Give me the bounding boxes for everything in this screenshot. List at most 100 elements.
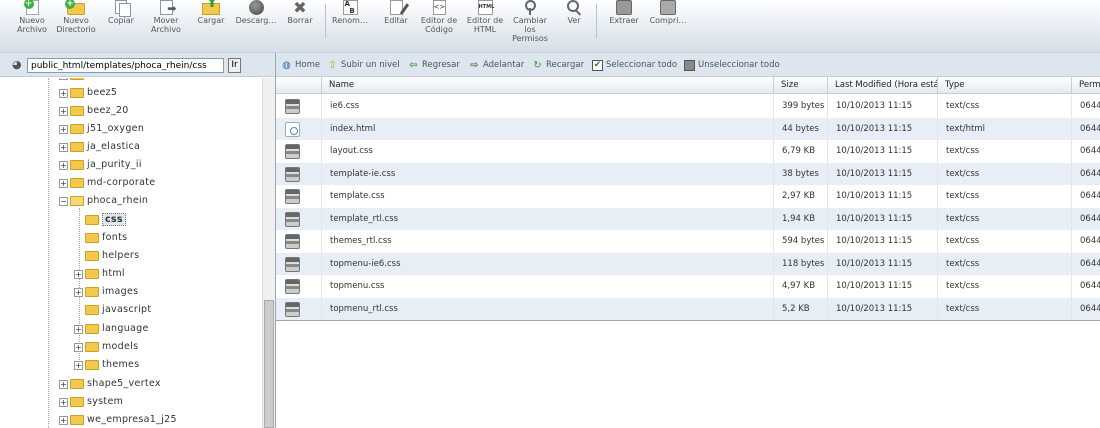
move-button[interactable]: ➡ Mover Archivo	[145, 0, 187, 50]
edit-icon	[389, 0, 409, 15]
move-icon: ➡	[159, 0, 177, 15]
expand-toggle[interactable]: +	[59, 160, 68, 170]
scrollbar-thumb[interactable]	[264, 300, 274, 428]
column-header-icon[interactable]	[276, 77, 322, 94]
delete-button[interactable]: ✖ Borrar	[283, 0, 317, 50]
file-name[interactable]: topmenu.css	[322, 275, 774, 298]
file-modified: 10/10/2013 11:15	[828, 297, 938, 320]
column-header-name[interactable]: Name	[322, 77, 774, 94]
tree-item-language[interactable]: + language	[74, 321, 149, 337]
tree-item-images[interactable]: + images	[74, 284, 138, 300]
file-icon-cell	[276, 252, 322, 275]
file-name[interactable]: template-ie.css	[322, 162, 774, 185]
up-level-button[interactable]: ⇧ Subir un nivel	[327, 59, 399, 72]
expand-toggle[interactable]: +	[59, 415, 68, 425]
view-button[interactable]: Ver	[558, 0, 590, 50]
code-editor-button[interactable]: <> Editor de Código	[418, 0, 460, 50]
extract-button[interactable]: Extraer	[606, 0, 642, 50]
file-type: text/css	[938, 162, 1072, 185]
edit-button[interactable]: Editar	[378, 0, 414, 50]
tree-item-beez-20[interactable]: + beez_20	[59, 103, 129, 119]
file-name[interactable]: ie6.css	[322, 95, 774, 118]
download-button[interactable]: Descarg…	[234, 0, 278, 50]
expand-toggle[interactable]: +	[59, 142, 68, 152]
table-row[interactable]: topmenu-ie6.css 118 bytes 10/10/2013 11:15…	[276, 252, 1100, 275]
tree-item-we-empresa1-j25[interactable]: + we_empresa1_j25	[59, 412, 177, 428]
expand-toggle[interactable]: +	[74, 360, 83, 370]
expand-toggle[interactable]: +	[59, 106, 68, 116]
file-type: text/html	[938, 117, 1072, 140]
tree-item-system[interactable]: + system	[59, 394, 123, 410]
table-row[interactable]: template.css 2,97 KB 10/10/2013 11:15 text/…	[276, 185, 1100, 208]
copy-button[interactable]: Copiar	[103, 0, 139, 50]
go-button[interactable]: Ir	[228, 58, 241, 73]
new-file-button[interactable]: + Nuevo Archivo	[12, 0, 52, 50]
reload-button[interactable]: ↻ Recargar	[532, 59, 584, 72]
file-type: text/css	[938, 252, 1072, 275]
file-name[interactable]: template.css	[322, 185, 774, 208]
tree-item-models[interactable]: + models	[74, 339, 138, 355]
tree-item-javascript[interactable]: javascript	[74, 302, 151, 318]
column-header-perm[interactable]: Perm	[1072, 77, 1100, 94]
expand-toggle[interactable]: +	[74, 324, 83, 334]
deselect-all-button[interactable]: Unseleccionar todo	[684, 59, 780, 72]
upload-button[interactable]: ⬆ Cargar	[192, 0, 230, 50]
tree-item-ja-purity-ii[interactable]: + ja_purity_ii	[59, 157, 142, 173]
new-folder-button[interactable]: + Nuevo Directorio	[55, 0, 97, 50]
delete-icon: ✖	[293, 0, 307, 17]
expand-toggle[interactable]: +	[74, 269, 83, 279]
select-all-button[interactable]: ✔ Seleccionar todo	[592, 59, 677, 72]
table-row[interactable]: index.html 44 bytes 10/10/2013 11:15 text/h…	[276, 117, 1100, 140]
tree-item-fonts[interactable]: fonts	[74, 230, 127, 246]
folder-icon	[70, 124, 84, 134]
table-row[interactable]: themes_rtl.css 594 bytes 10/10/2013 11:15 t…	[276, 230, 1100, 253]
navigation-bar: ◍ Home ⇧ Subir un nivel ⇦ Regresar ⇨ Adelant…	[276, 53, 1100, 77]
tree-item-css[interactable]: css	[74, 212, 126, 228]
rename-button[interactable]: A B Renom…	[330, 0, 370, 50]
tree-item-md-corporate[interactable]: + md-corporate	[59, 175, 155, 191]
tree-item-atomic[interactable]: +atomic	[59, 78, 121, 83]
expand-toggle[interactable]: +	[59, 178, 68, 188]
file-name[interactable]: layout.css	[322, 140, 774, 163]
forward-button[interactable]: ⇨ Adelantar	[469, 59, 524, 72]
tree-item-ja-elastica[interactable]: + ja_elastica	[59, 139, 140, 155]
compress-button[interactable]: Compri…	[648, 0, 688, 50]
table-row[interactable]: template-ie.css 38 bytes 10/10/2013 11:15 t…	[276, 162, 1100, 185]
file-name[interactable]: index.html	[322, 117, 774, 140]
back-button[interactable]: ⇦ Regresar	[408, 59, 460, 72]
tree-item-j51-oxygen[interactable]: + j51_oxygen	[59, 121, 144, 137]
tree-item-helpers[interactable]: helpers	[74, 248, 139, 264]
expand-toggle[interactable]: +	[74, 342, 83, 352]
column-header-modified[interactable]: Last Modified (Hora está	[828, 77, 938, 94]
path-input[interactable]	[27, 58, 224, 73]
column-header-type[interactable]: Type	[938, 77, 1072, 94]
tree-item-phoca-rhein[interactable]: − phoca_rhein	[59, 193, 148, 209]
expand-toggle[interactable]: +	[59, 397, 68, 407]
tree-scrollbar[interactable]	[262, 78, 275, 428]
expand-toggle[interactable]: +	[74, 287, 83, 297]
file-name[interactable]: topmenu_rtl.css	[322, 297, 774, 320]
home-button[interactable]: ◍ Home	[281, 59, 320, 72]
tree-item-themes[interactable]: + themes	[74, 357, 139, 373]
table-row[interactable]: topmenu_rtl.css 5,2 KB 10/10/2013 11:15 tex…	[276, 297, 1100, 320]
tree-item-shape5-vertex[interactable]: + shape5_vertex	[59, 376, 161, 392]
change-permissions-button[interactable]: Cambiar los Permisos	[510, 0, 550, 50]
table-row[interactable]: ie6.css 399 bytes 10/10/2013 11:15 text/css…	[276, 95, 1100, 118]
table-row[interactable]: topmenu.css 4,97 KB 10/10/2013 11:15 text/c…	[276, 275, 1100, 298]
column-header-size[interactable]: Size	[774, 77, 828, 94]
file-name[interactable]: themes_rtl.css	[322, 230, 774, 253]
table-row[interactable]: layout.css 6,79 KB 10/10/2013 11:15 text/cs…	[276, 140, 1100, 163]
expand-toggle[interactable]: +	[59, 379, 68, 389]
file-name[interactable]: template_rtl.css	[322, 207, 774, 230]
tree-item-beez5[interactable]: + beez5	[59, 85, 117, 101]
collapse-toggle[interactable]: −	[59, 196, 68, 206]
expand-toggle[interactable]: +	[59, 88, 68, 98]
file-modified: 10/10/2013 11:15	[828, 95, 938, 118]
table-row[interactable]: template_rtl.css 1,94 KB 10/10/2013 11:15 t…	[276, 207, 1100, 230]
folder-icon	[85, 360, 99, 370]
file-name[interactable]: topmenu-ie6.css	[322, 252, 774, 275]
expand-toggle[interactable]: +	[59, 124, 68, 134]
expand-toggle[interactable]: +	[59, 78, 68, 80]
tree-item-html[interactable]: + html	[74, 266, 125, 282]
html-editor-button[interactable]: HTML Editor de HTML	[464, 0, 506, 50]
